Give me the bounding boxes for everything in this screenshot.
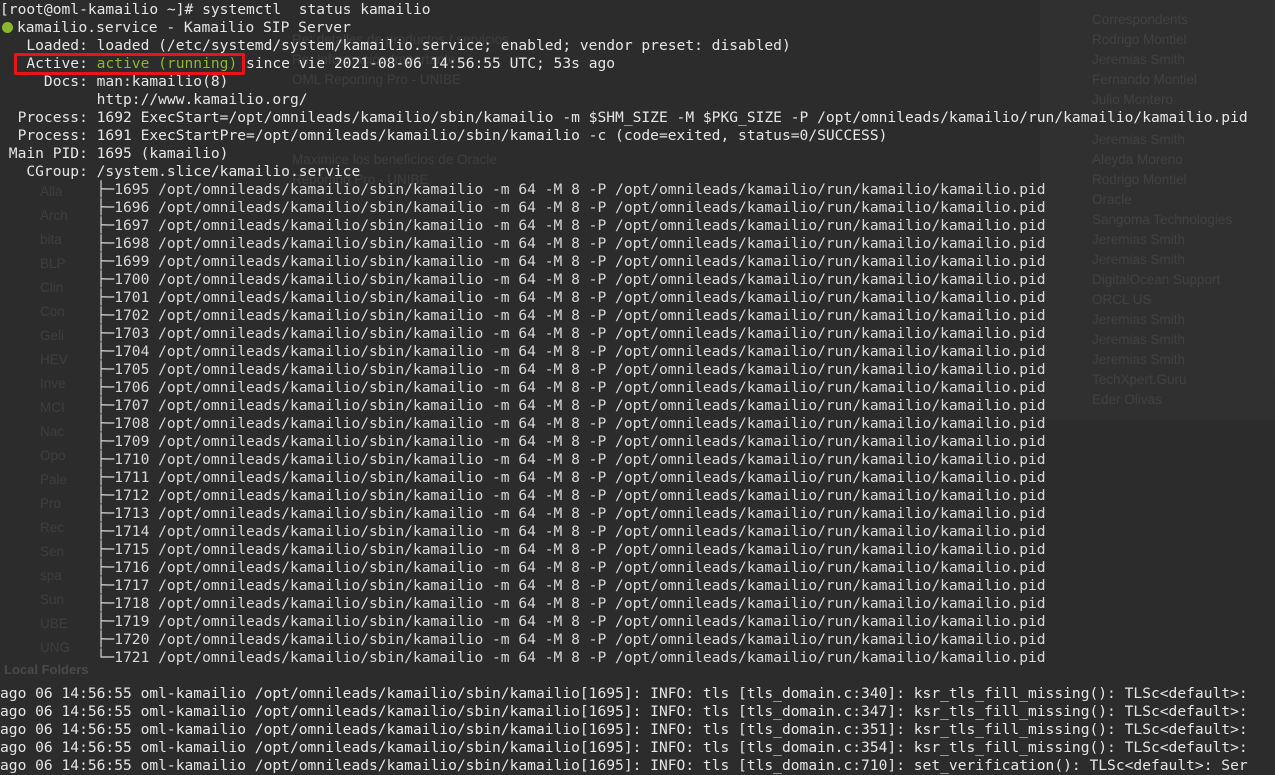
cgroup-process-item: ├─1708 /opt/omnileads/kamailio/sbin/kama… bbox=[0, 415, 1046, 432]
cgroup-process-item: ├─1698 /opt/omnileads/kamailio/sbin/kama… bbox=[0, 235, 1046, 252]
cgroup-process-item: ├─1709 /opt/omnileads/kamailio/sbin/kama… bbox=[0, 433, 1046, 450]
cgroup-process-item: ├─1705 /opt/omnileads/kamailio/sbin/kama… bbox=[0, 361, 1046, 378]
shell-prompt-line: [root@oml-kamailio ~]# systemctl status … bbox=[0, 1, 431, 18]
cgroup-process-item: ├─1714 /opt/omnileads/kamailio/sbin/kama… bbox=[0, 523, 1046, 540]
cgroup-process-item: ├─1710 /opt/omnileads/kamailio/sbin/kama… bbox=[0, 451, 1046, 468]
service-title: kamailio.service - Kamailio SIP Server bbox=[17, 19, 351, 36]
cgroup-process-item: ├─1701 /opt/omnileads/kamailio/sbin/kama… bbox=[0, 289, 1046, 306]
process-execstart-line: Process: 1692 ExecStart=/opt/omnileads/k… bbox=[0, 109, 1248, 126]
journal-log-line: ago 06 14:56:55 oml-kamailio /opt/omnile… bbox=[0, 739, 1248, 756]
cgroup-process-item: ├─1703 /opt/omnileads/kamailio/sbin/kama… bbox=[0, 325, 1046, 342]
status-dot-icon bbox=[2, 22, 13, 33]
cgroup-process-item: ├─1716 /opt/omnileads/kamailio/sbin/kama… bbox=[0, 559, 1046, 576]
journal-log-line: ago 06 14:56:55 oml-kamailio /opt/omnile… bbox=[0, 721, 1248, 738]
cgroup-process-item: ├─1697 /opt/omnileads/kamailio/sbin/kama… bbox=[0, 217, 1046, 234]
cgroup-process-item: ├─1707 /opt/omnileads/kamailio/sbin/kama… bbox=[0, 397, 1046, 414]
cgroup-process-item: ├─1718 /opt/omnileads/kamailio/sbin/kama… bbox=[0, 595, 1046, 612]
terminal-output[interactable]: [root@oml-kamailio ~]# systemctl status … bbox=[0, 0, 1275, 775]
journal-log-line: ago 06 14:56:55 oml-kamailio /opt/omnile… bbox=[0, 685, 1248, 702]
cgroup-process-item: ├─1695 /opt/omnileads/kamailio/sbin/kama… bbox=[0, 181, 1046, 198]
cgroup-line: CGroup: /system.slice/kamailio.service bbox=[0, 163, 361, 180]
process-execstartpre-line: Process: 1691 ExecStartPre=/opt/omnilead… bbox=[0, 127, 888, 144]
journal-log-line: ago 06 14:56:55 oml-kamailio /opt/omnile… bbox=[0, 757, 1248, 774]
journal-log-line: ago 06 14:56:55 oml-kamailio /opt/omnile… bbox=[0, 703, 1248, 720]
cgroup-process-item: ├─1712 /opt/omnileads/kamailio/sbin/kama… bbox=[0, 487, 1046, 504]
cgroup-process-item: ├─1719 /opt/omnileads/kamailio/sbin/kama… bbox=[0, 613, 1046, 630]
cgroup-process-item: ├─1704 /opt/omnileads/kamailio/sbin/kama… bbox=[0, 343, 1046, 360]
cgroup-process-item: ├─1713 /opt/omnileads/kamailio/sbin/kama… bbox=[0, 505, 1046, 522]
cgroup-process-item: ├─1699 /opt/omnileads/kamailio/sbin/kama… bbox=[0, 253, 1046, 270]
cgroup-process-item: └─1721 /opt/omnileads/kamailio/sbin/kama… bbox=[0, 649, 1046, 666]
docs-line: Docs: man:kamailio(8) bbox=[0, 73, 229, 90]
active-since: since vie 2021-08-06 14:56:55 UTC; 53s a… bbox=[237, 55, 616, 72]
main-pid-line: Main PID: 1695 (kamailio) bbox=[0, 145, 229, 162]
cgroup-process-item: ├─1702 /opt/omnileads/kamailio/sbin/kama… bbox=[0, 307, 1046, 324]
highlight-box-active-status bbox=[14, 53, 245, 75]
cgroup-process-item: ├─1706 /opt/omnileads/kamailio/sbin/kama… bbox=[0, 379, 1046, 396]
cgroup-process-item: ├─1715 /opt/omnileads/kamailio/sbin/kama… bbox=[0, 541, 1046, 558]
cgroup-process-item: ├─1711 /opt/omnileads/kamailio/sbin/kama… bbox=[0, 469, 1046, 486]
cgroup-process-item: ├─1717 /opt/omnileads/kamailio/sbin/kama… bbox=[0, 577, 1046, 594]
cgroup-process-item: ├─1696 /opt/omnileads/kamailio/sbin/kama… bbox=[0, 199, 1046, 216]
cgroup-process-item: ├─1700 /opt/omnileads/kamailio/sbin/kama… bbox=[0, 271, 1046, 288]
service-title-line: kamailio.service - Kamailio SIP Server bbox=[0, 19, 351, 37]
cgroup-process-item: ├─1720 /opt/omnileads/kamailio/sbin/kama… bbox=[0, 631, 1046, 648]
docs-url-line: http://www.kamailio.org/ bbox=[0, 91, 308, 108]
